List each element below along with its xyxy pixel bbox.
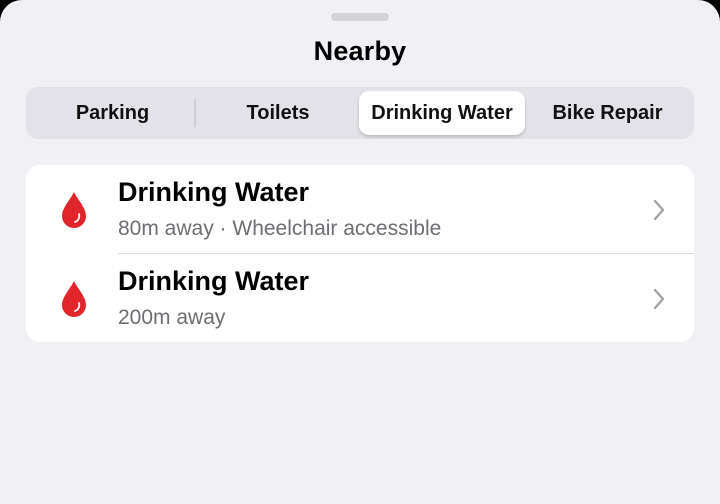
tab-toilets[interactable]: Toilets <box>196 91 360 135</box>
list-item[interactable]: Drinking Water 80m away · Wheelchair acc… <box>26 165 694 254</box>
result-subtitle: 200m away <box>118 306 226 329</box>
water-drop-icon <box>62 192 86 228</box>
chevron-right-icon <box>653 288 665 310</box>
list-item[interactable]: Drinking Water 200m away <box>26 254 694 342</box>
bottom-sheet: Nearby Parking Toilets Drinking Water Bi… <box>0 0 720 504</box>
water-drop-icon <box>62 281 86 317</box>
result-subtitle: 80m away · Wheelchair accessible <box>118 217 442 240</box>
tab-bike-repair[interactable]: Bike Repair <box>525 91 690 135</box>
chevron-right-icon <box>653 199 665 221</box>
tab-drinking-water[interactable]: Drinking Water <box>359 91 525 135</box>
tab-parking[interactable]: Parking <box>30 91 195 135</box>
result-title: Drinking Water <box>118 266 310 296</box>
result-title: Drinking Water <box>118 177 310 207</box>
sheet-title: Nearby <box>313 36 407 66</box>
results-list: Drinking Water 80m away · Wheelchair acc… <box>26 165 694 342</box>
category-segmented-control: Parking Toilets Drinking Water Bike Repa… <box>26 87 694 139</box>
sheet-grabber-handle[interactable] <box>331 13 389 21</box>
